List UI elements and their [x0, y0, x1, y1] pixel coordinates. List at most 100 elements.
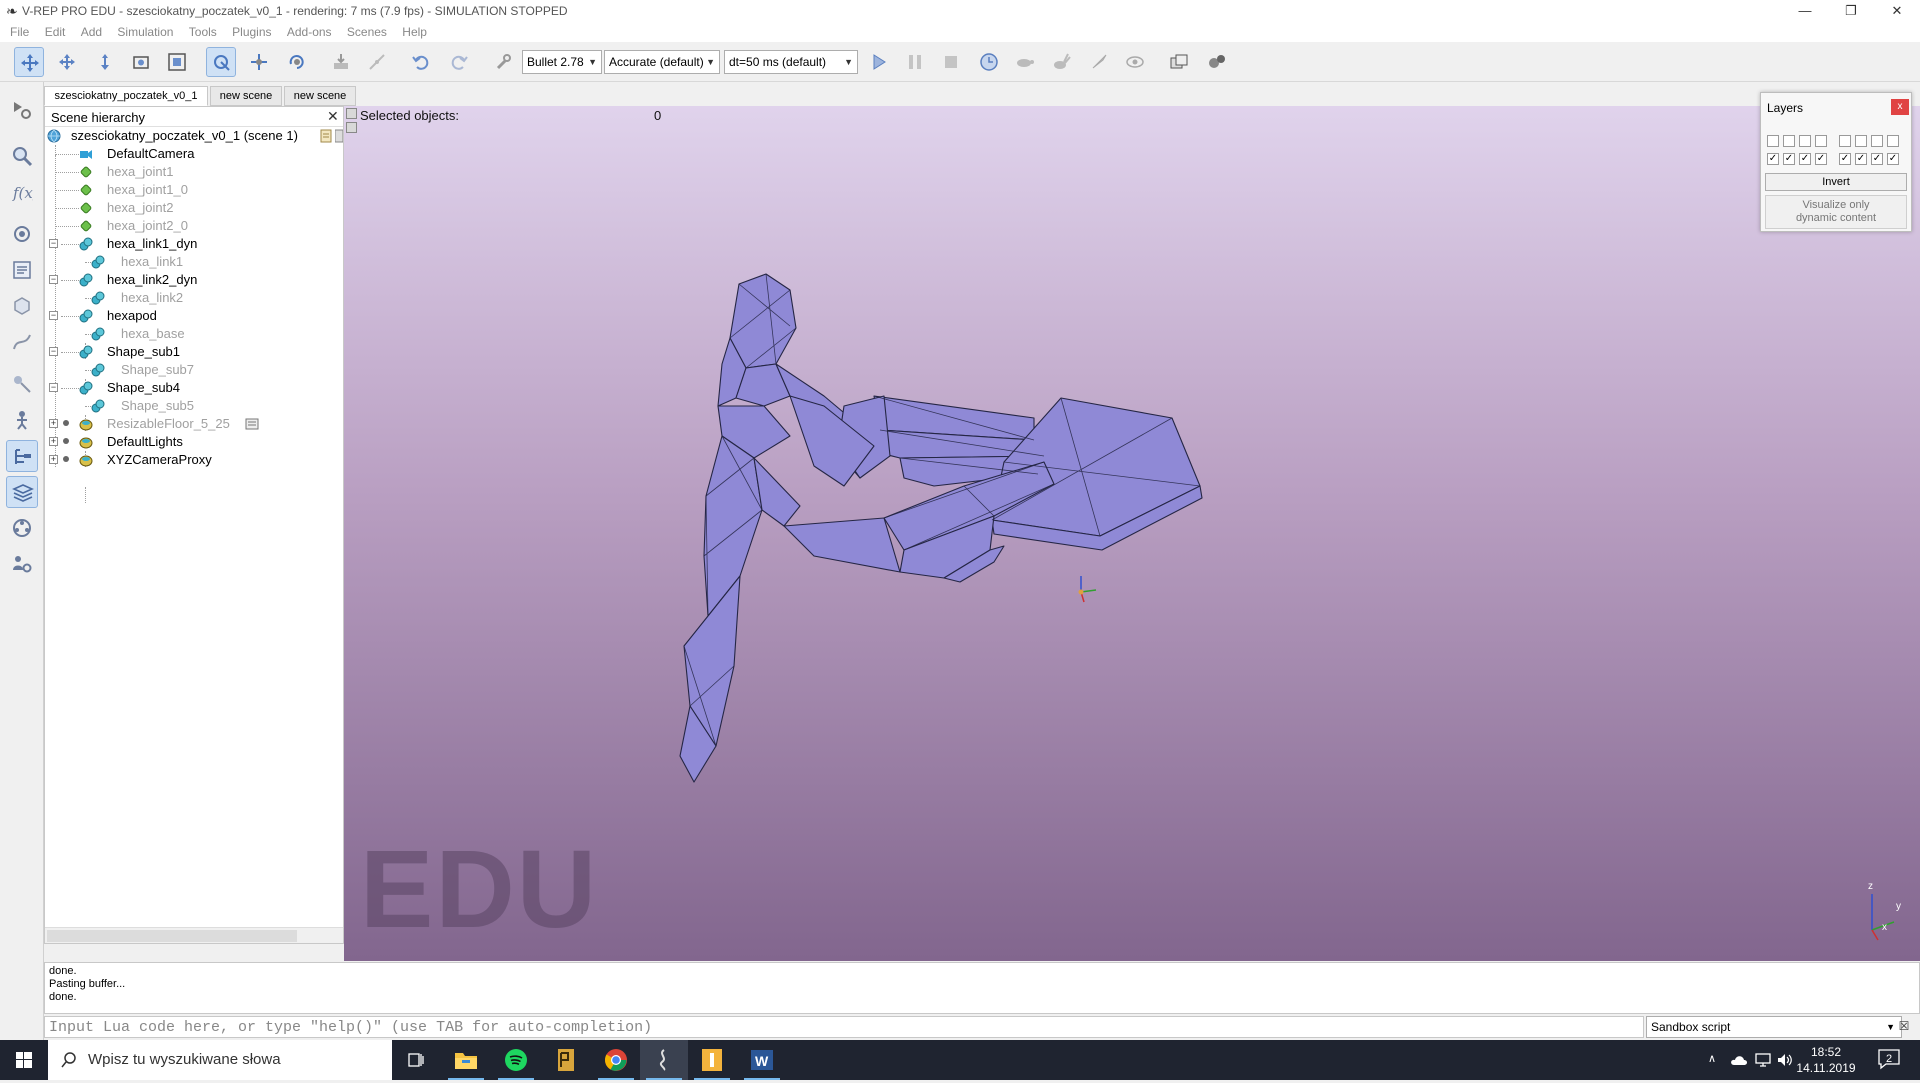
click-select-button[interactable]: [206, 47, 236, 77]
tray-expand-icon[interactable]: ∧: [1708, 1052, 1716, 1065]
layers-toggle-button[interactable]: [6, 476, 38, 508]
layer-checkbox[interactable]: [1815, 135, 1827, 147]
shape-edit-button[interactable]: [6, 290, 38, 322]
layers-close-button[interactable]: x: [1891, 99, 1909, 115]
layer-checkbox[interactable]: [1871, 135, 1883, 147]
tree-row-xyzcameraproxy[interactable]: + XYZCameraProxy: [45, 451, 343, 469]
menu-scenes[interactable]: Scenes: [341, 22, 393, 39]
tree-row-root[interactable]: szesciokatny_poczatek_v0_1 (scene 1): [45, 127, 343, 145]
camera-angle-button[interactable]: [126, 47, 156, 77]
layer-checkbox-checked[interactable]: ✓: [1871, 153, 1883, 165]
tree-row-resizablefloor[interactable]: + ResizableFloor_5_25: [45, 415, 343, 433]
tree-row-hexa-joint2-0[interactable]: hexa_joint2_0: [45, 217, 343, 235]
transfer-dna-button[interactable]: [362, 47, 392, 77]
layer-checkbox-checked[interactable]: ✓: [1799, 153, 1811, 165]
model-browser-button[interactable]: [1202, 47, 1232, 77]
layer-checkbox[interactable]: [1767, 135, 1779, 147]
assemble-button[interactable]: [326, 47, 356, 77]
menu-tools[interactable]: Tools: [183, 22, 223, 39]
tree-row-hexa-base[interactable]: hexa_base: [45, 325, 343, 343]
start-simulation-button[interactable]: [864, 47, 894, 77]
expand-toggle[interactable]: +: [49, 419, 58, 428]
tree-row-defaultcamera[interactable]: DefaultCamera: [45, 145, 343, 163]
taskbar-file-explorer[interactable]: [442, 1040, 490, 1080]
collapse-toggle[interactable]: −: [49, 383, 58, 392]
slower-button[interactable]: [1010, 47, 1040, 77]
layer-checkbox[interactable]: [1839, 135, 1851, 147]
tree-row-shape-sub1[interactable]: − Shape_sub1: [45, 343, 343, 361]
scene-hierarchy-toggle-button[interactable]: [6, 440, 38, 472]
tree-row-hexa-link2[interactable]: hexa_link2: [45, 289, 343, 307]
collapse-toggle[interactable]: −: [49, 239, 58, 248]
taskbar-word[interactable]: W: [738, 1040, 786, 1080]
camera-shift-button[interactable]: [90, 47, 120, 77]
menu-addons[interactable]: Add-ons: [281, 22, 338, 39]
tree-row-hexa-joint1-0[interactable]: hexa_joint1_0: [45, 181, 343, 199]
tree-row-hexa-link2-dyn[interactable]: − hexa_link2_dyn: [45, 271, 343, 289]
script-doc-icon[interactable]: [245, 417, 259, 431]
path-edit-button[interactable]: [6, 326, 38, 358]
stop-simulation-button[interactable]: [936, 47, 966, 77]
menu-file[interactable]: File: [4, 22, 35, 39]
tree-row-hexapod[interactable]: − hexapod: [45, 307, 343, 325]
object-rotate-button[interactable]: [282, 47, 312, 77]
scene-viewport[interactable]: Selected objects: 0 EDU z y x: [344, 106, 1920, 961]
layer-checkbox[interactable]: [1855, 135, 1867, 147]
scene-tab-3[interactable]: new scene: [284, 86, 356, 106]
layer-checkbox-checked[interactable]: ✓: [1887, 153, 1899, 165]
script-doc-icon[interactable]: [319, 129, 333, 143]
camera-pan-button[interactable]: [14, 47, 44, 77]
layer-checkbox[interactable]: [1783, 135, 1795, 147]
expand-toggle[interactable]: +: [49, 455, 58, 464]
model-browser-toggle-button[interactable]: [6, 404, 38, 436]
menu-help[interactable]: Help: [396, 22, 433, 39]
close-icon[interactable]: ✕: [327, 109, 339, 123]
invert-layers-button[interactable]: Invert: [1765, 173, 1907, 191]
taskbar-chrome[interactable]: [592, 1040, 640, 1080]
onedrive-cloud-icon[interactable]: [1730, 1053, 1748, 1067]
layer-checkbox-checked[interactable]: ✓: [1839, 153, 1851, 165]
scripts-button[interactable]: [6, 254, 38, 286]
user-settings-button[interactable]: [6, 548, 38, 580]
visualize-dynamic-button[interactable]: Visualize only dynamic content: [1765, 195, 1907, 229]
start-button[interactable]: [0, 1040, 48, 1080]
pause-simulation-button[interactable]: [900, 47, 930, 77]
layer-checkbox-checked[interactable]: ✓: [1767, 153, 1779, 165]
real-time-button[interactable]: [974, 47, 1004, 77]
layer-checkbox-checked[interactable]: ✓: [1855, 153, 1867, 165]
taskbar-clock[interactable]: 18:52 14.11.2019: [1786, 1044, 1866, 1076]
physics-engine-select[interactable]: Bullet 2.78 ▼: [522, 50, 602, 74]
layer-checkbox[interactable]: [1799, 135, 1811, 147]
layer-checkbox-checked[interactable]: ✓: [1783, 153, 1795, 165]
selection-dialog-button[interactable]: [6, 368, 38, 400]
lua-command-input[interactable]: Input Lua code here, or type "help()" (u…: [44, 1016, 1644, 1038]
calculation-modules-button[interactable]: f(x): [6, 176, 38, 208]
collapse-toggle[interactable]: −: [49, 311, 58, 320]
undo-button[interactable]: [406, 47, 436, 77]
task-view-button[interactable]: [392, 1040, 440, 1080]
environment-button[interactable]: [6, 512, 38, 544]
tree-row-hexa-joint2[interactable]: hexa_joint2: [45, 199, 343, 217]
tree-row-shape-sub7[interactable]: Shape_sub7: [45, 361, 343, 379]
camera-rotate-button[interactable]: [52, 47, 82, 77]
restore-button[interactable]: ❐: [1828, 0, 1874, 22]
script-context-select[interactable]: Sandbox script ▼: [1646, 1016, 1902, 1038]
layer-checkbox[interactable]: [1887, 135, 1899, 147]
collections-button[interactable]: [6, 218, 38, 250]
zoom-button[interactable]: [6, 140, 38, 172]
layer-checkbox-checked[interactable]: ✓: [1815, 153, 1827, 165]
taskbar-vrep[interactable]: [640, 1040, 688, 1080]
action-center-button[interactable]: 2: [1876, 1046, 1902, 1072]
object-shift-button[interactable]: [244, 47, 274, 77]
menu-add[interactable]: Add: [75, 22, 108, 39]
timestep-select[interactable]: dt=50 ms (default) ▼: [724, 50, 858, 74]
menu-simulation[interactable]: Simulation: [111, 22, 179, 39]
redo-button[interactable]: [444, 47, 474, 77]
tree-row-hexa-joint1[interactable]: hexa_joint1: [45, 163, 343, 181]
visualization-toggle-button[interactable]: [1120, 47, 1150, 77]
tree-row-defaultlights[interactable]: + DefaultLights: [45, 433, 343, 451]
scene-tab-1[interactable]: szesciokatny_poczatek_v0_1: [44, 86, 208, 106]
faster-button[interactable]: [1046, 47, 1076, 77]
taskbar-document-app[interactable]: [542, 1040, 590, 1080]
close-window-button[interactable]: ✕: [1874, 0, 1920, 22]
